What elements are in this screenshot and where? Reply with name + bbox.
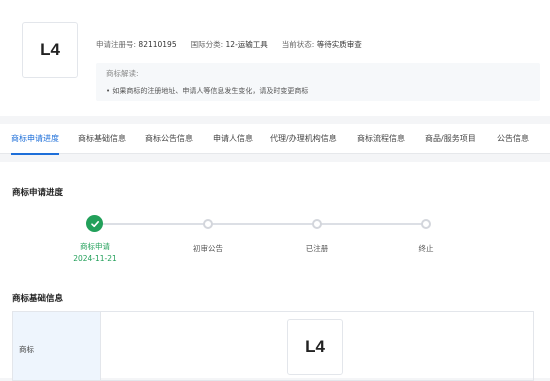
note-text: • 如果商标的注册地址、申请人等信息发生变化，请及时变更商标 [106, 87, 309, 95]
detail-tabs: 商标申请进度 商标基础信息 商标公告信息 申请人信息 代理/办理机构信息 商标流… [0, 124, 550, 155]
note-title: 商标解读: [106, 69, 139, 78]
step-dot-preliminary [203, 219, 213, 229]
intl-class-value: 12-运输工具 [225, 40, 268, 49]
step-dot-registered [312, 219, 322, 229]
intl-class-item: 国际分类: 12-运输工具 [191, 39, 268, 50]
tab-application-progress[interactable]: 商标申请进度 [11, 124, 59, 155]
progress-track [100, 223, 425, 225]
progress-section-title: 商标申请进度 [12, 188, 64, 198]
trademark-meta: 申请注册号: 82110195 国际分类: 12-运输工具 当前状态: 等待实质… [96, 39, 376, 50]
tab-announcement-info[interactable]: 商标公告信息 [145, 124, 193, 154]
basic-info-logo-text: L4 [305, 337, 325, 356]
step-date-application: 2024-11-21 [73, 254, 117, 263]
trademark-note: 商标解读: • 如果商标的注册地址、申请人等信息发生变化，请及时变更商标 [96, 63, 540, 101]
tab-basic-info[interactable]: 商标基础信息 [78, 124, 126, 154]
status-value: 等待实质审查 [316, 40, 362, 49]
tab-announcement[interactable]: 公告信息 [497, 124, 529, 154]
intl-class-label: 国际分类: [190, 40, 224, 49]
trademark-header-card: L4 申请注册号: 82110195 国际分类: 12-运输工具 当前状态: 等… [0, 0, 550, 116]
trademark-logo-text: L4 [40, 40, 60, 59]
basic-info-table: 商标 L4 [12, 311, 534, 381]
tab-applicant-info[interactable]: 申请人信息 [213, 124, 253, 154]
reg-no-value: 82110195 [138, 40, 177, 49]
reg-no-item: 申请注册号: 82110195 [96, 39, 177, 50]
tab-process-info[interactable]: 商标流程信息 [357, 124, 405, 154]
basic-info-value: L4 [101, 312, 533, 380]
step-done-check-icon [86, 215, 103, 232]
trademark-logo: L4 [22, 22, 78, 78]
basic-info-logo: L4 [287, 319, 343, 375]
basic-info-key: 商标 [13, 312, 101, 380]
tab-agent-info[interactable]: 代理/办理机构信息 [270, 124, 337, 154]
step-label-preliminary: 初审公告 [193, 244, 223, 253]
step-label-registered: 已注册 [305, 244, 329, 253]
status-label: 当前状态: [281, 40, 315, 49]
reg-no-label: 申请注册号: [96, 40, 137, 49]
basic-info-section-title: 商标基础信息 [12, 294, 64, 304]
step-label-terminated: 终止 [418, 244, 434, 253]
tab-goods-services[interactable]: 商品/服务项目 [425, 124, 476, 154]
step-label-application: 商标申请 [80, 242, 110, 251]
step-dot-terminated [421, 219, 431, 229]
status-item: 当前状态: 等待实质审查 [282, 39, 362, 50]
